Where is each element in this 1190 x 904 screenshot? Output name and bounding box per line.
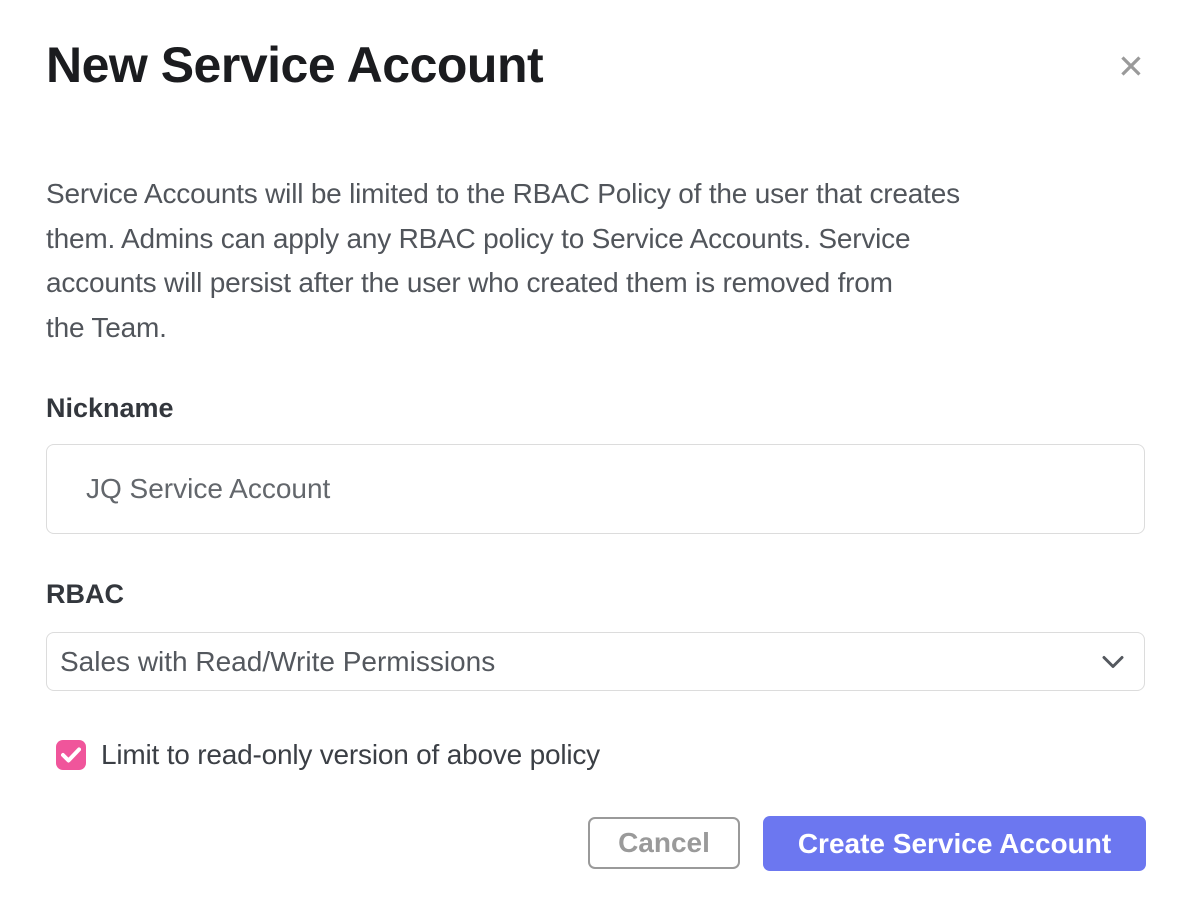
rbac-label: RBAC bbox=[46, 578, 124, 610]
create-service-account-button[interactable]: Create Service Account bbox=[763, 816, 1146, 871]
chevron-down-icon bbox=[1102, 655, 1124, 668]
modal-description: Service Accounts will be limited to the … bbox=[46, 172, 960, 350]
checkbox-checkmark-icon bbox=[61, 747, 81, 763]
nickname-label: Nickname bbox=[46, 392, 174, 424]
description-line: them. Admins can apply any RBAC policy t… bbox=[46, 217, 960, 262]
limit-readonly-checkbox-row[interactable]: Limit to read-only version of above poli… bbox=[56, 739, 600, 771]
new-service-account-modal: New Service Account ✕ Service Accounts w… bbox=[0, 0, 1190, 904]
rbac-select[interactable]: Sales with Read/Write Permissions bbox=[46, 632, 1145, 691]
modal-title: New Service Account bbox=[46, 38, 543, 93]
close-icon[interactable]: ✕ bbox=[1108, 44, 1154, 90]
limit-readonly-checkbox[interactable] bbox=[56, 740, 86, 770]
description-line: the Team. bbox=[46, 306, 960, 351]
cancel-button[interactable]: Cancel bbox=[588, 817, 740, 869]
description-line: accounts will persist after the user who… bbox=[46, 261, 960, 306]
nickname-input[interactable] bbox=[46, 444, 1145, 534]
limit-readonly-checkbox-label: Limit to read-only version of above poli… bbox=[101, 739, 600, 771]
description-line: Service Accounts will be limited to the … bbox=[46, 172, 960, 217]
rbac-selected-option: Sales with Read/Write Permissions bbox=[60, 646, 495, 678]
